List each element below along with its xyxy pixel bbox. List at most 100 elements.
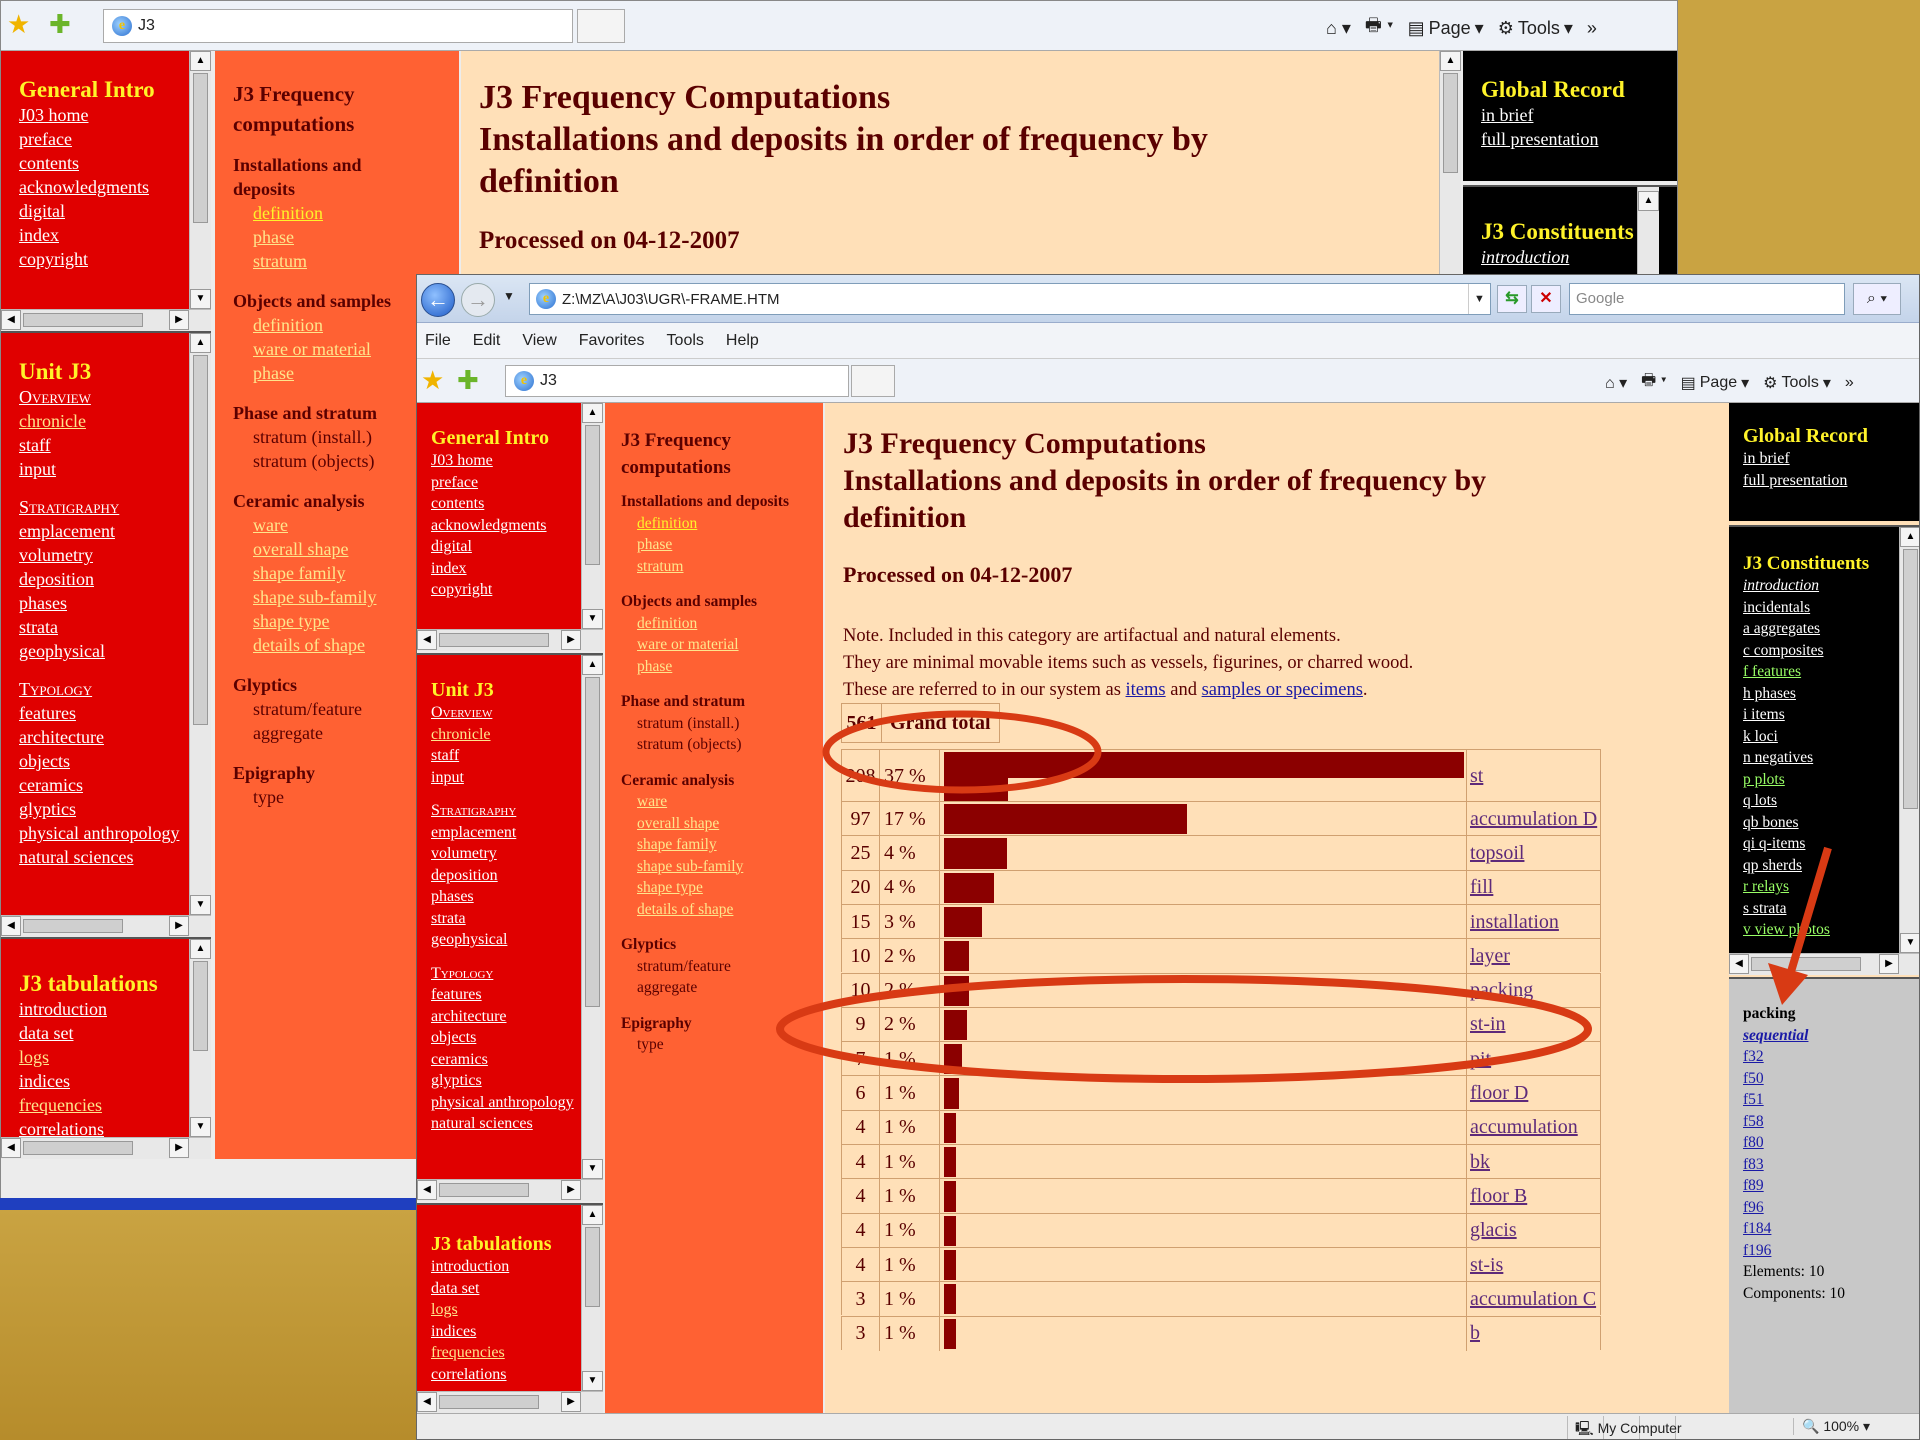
nav-link[interactable]: physical anthropology [431,1092,603,1114]
nav-link[interactable]: digital [19,199,211,223]
horizontal-scrollbar[interactable]: ◀ ▶ [1,1137,211,1159]
items-link[interactable]: items [1126,680,1166,700]
vertical-scrollbar[interactable]: ▲ ▼ [581,655,603,1179]
nav-link[interactable]: correlations [431,1364,603,1386]
print-icon[interactable]: 🖶 ▾ [1641,369,1666,396]
constituent-link[interactable]: c composites [1743,640,1919,662]
category-link[interactable]: accumulation D [1470,802,1597,836]
more-chevron-icon[interactable]: » [1587,18,1597,39]
menu-file[interactable]: File [425,332,451,350]
nav-link[interactable]: volumetry [431,843,603,865]
outline-link[interactable]: stratum [233,249,459,273]
outline-link[interactable]: shape family [621,834,823,856]
category-link[interactable]: st-is [1470,1248,1503,1282]
nav-link[interactable]: objects [19,749,211,773]
horizontal-scrollbar[interactable]: ◀ ▶ [1729,953,1919,975]
nav-link[interactable]: phases [19,591,211,615]
constituent-link[interactable]: introduction [1743,575,1919,597]
nav-link[interactable]: emplacement [431,822,603,844]
search-icon[interactable]: ⌕ ▾ [1853,283,1901,315]
outline-link[interactable]: definition [621,613,823,635]
constituent-link[interactable]: f features [1743,661,1919,683]
nav-link[interactable]: Typology [19,677,211,701]
outline-link[interactable]: details of shape [621,899,823,921]
horizontal-scrollbar[interactable]: ◀ ▶ [1,915,211,937]
nav-link[interactable]: acknowledgments [431,515,603,537]
feature-link[interactable]: f50 [1743,1068,1919,1090]
nav-link[interactable]: logs [431,1299,603,1321]
menu-help[interactable]: Help [726,332,759,350]
nav-link[interactable]: deposition [19,567,211,591]
stop-icon[interactable]: ✕ [1531,285,1561,313]
page-menu[interactable]: ▤ Page ▾ [1408,18,1484,39]
horizontal-scrollbar[interactable]: ◀ ▶ [417,1391,603,1413]
zoom-control[interactable]: 🔍 100% ▾ [1793,1418,1870,1435]
nav-link[interactable]: emplacement [19,519,211,543]
page-menu[interactable]: ▤ Page ▾ [1681,373,1750,393]
nav-link[interactable]: staff [431,745,603,767]
new-tab-button[interactable] [851,365,895,397]
outline-link[interactable]: overall shape [621,813,823,835]
tools-menu[interactable]: ⚙ Tools ▾ [1763,373,1831,393]
constituent-link[interactable]: r relays [1743,876,1919,898]
nav-link[interactable]: in brief [1743,448,1919,470]
nav-link[interactable]: phases [431,886,603,908]
nav-link[interactable]: data set [19,1021,211,1045]
add-favorite-icon[interactable]: ✚ [457,367,479,393]
nav-link[interactable]: index [19,223,211,247]
vertical-scrollbar[interactable]: ▲ ▼ [581,403,603,629]
refresh-icon[interactable]: ⇆ [1497,285,1527,313]
nav-link[interactable]: architecture [431,1006,603,1028]
nav-link[interactable]: architecture [19,725,211,749]
nav-link[interactable]: input [431,767,603,789]
nav-link[interactable]: full presentation [1481,127,1677,151]
category-link[interactable]: layer [1470,939,1510,973]
feature-link[interactable]: f32 [1743,1046,1919,1068]
address-field[interactable]: e Z:\MZ\A\J03\UGR\-FRAME.HTM ▼ [529,283,1491,315]
constituent-link[interactable]: i items [1743,704,1919,726]
constituent-link[interactable]: q lots [1743,790,1919,812]
nav-link[interactable]: logs [19,1045,211,1069]
outline-link[interactable]: stratum [621,556,823,578]
nav-link[interactable]: Overview [431,702,603,724]
nav-link[interactable]: Stratigraphy [19,495,211,519]
nav-link[interactable]: chronicle [19,409,211,433]
feature-link[interactable]: f184 [1743,1218,1919,1240]
favorites-star-icon[interactable]: ★ [7,11,30,37]
nav-link[interactable]: features [431,984,603,1006]
category-link[interactable]: accumulation C [1470,1282,1596,1316]
menu-tools[interactable]: Tools [667,332,704,350]
horizontal-scrollbar[interactable]: ◀ ▶ [417,1179,603,1201]
nav-link[interactable]: index [431,558,603,580]
nav-link[interactable]: preface [19,127,211,151]
nav-link[interactable]: in brief [1481,103,1677,127]
category-link[interactable]: b [1470,1317,1480,1351]
nav-link[interactable]: input [19,457,211,481]
tools-menu[interactable]: ⚙ Tools ▾ [1498,18,1573,39]
outline-link[interactable]: phase [621,534,823,556]
constituent-link[interactable]: s strata [1743,898,1919,920]
nav-link[interactable]: copyright [19,247,211,271]
nav-link[interactable]: Overview [19,385,211,409]
category-link[interactable]: topsoil [1470,836,1524,870]
menu-favorites[interactable]: Favorites [579,332,645,350]
category-link[interactable]: st-in [1470,1008,1506,1042]
vertical-scrollbar[interactable]: ▲ ▼ [189,333,211,915]
vertical-scrollbar[interactable]: ▲ ▼ [189,939,211,1137]
nav-link[interactable]: digital [431,536,603,558]
category-link[interactable]: bk [1470,1145,1490,1179]
nav-link[interactable]: ceramics [431,1049,603,1071]
horizontal-scrollbar[interactable]: ◀ ▶ [417,629,603,651]
nav-link[interactable]: J03 home [431,450,603,472]
outline-link[interactable]: phase [621,656,823,678]
nav-link[interactable]: geophysical [19,639,211,663]
constituent-link[interactable]: n negatives [1743,747,1919,769]
category-link[interactable]: floor D [1470,1076,1528,1110]
outline-link[interactable]: shape type [621,877,823,899]
category-link[interactable]: pit [1470,1042,1491,1076]
forward-button[interactable]: → [461,283,495,317]
nav-link[interactable]: indices [431,1321,603,1343]
constituent-link[interactable]: v view photos [1743,919,1919,941]
nav-link[interactable]: strata [19,615,211,639]
constituent-link[interactable]: h phases [1743,683,1919,705]
